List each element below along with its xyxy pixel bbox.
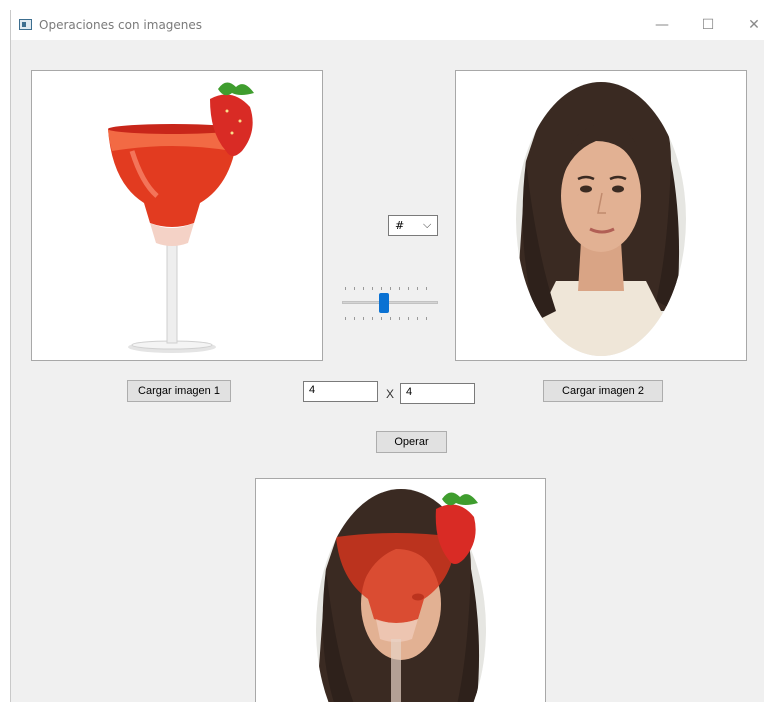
title-bar[interactable]: Operaciones con imagenes — ☐ ✕ (11, 10, 764, 40)
chevron-down-icon: ⌵ (423, 218, 432, 231)
window-title: Operaciones con imagenes (39, 18, 203, 32)
load-image-2-button[interactable]: Cargar imagen 2 (543, 380, 663, 402)
operator-select[interactable]: # ⌵ (388, 215, 438, 236)
result-image-box (255, 478, 546, 702)
slider-thumb[interactable] (378, 293, 389, 313)
load-image-1-button[interactable]: Cargar imagen 1 (127, 380, 231, 402)
width-input[interactable]: 4 (303, 381, 378, 402)
maximize-button[interactable]: ☐ (685, 10, 731, 40)
minimize-button[interactable]: — (639, 10, 685, 40)
close-button[interactable]: ✕ (731, 10, 764, 40)
slider-ticks-top (345, 287, 435, 290)
result-image (256, 479, 545, 702)
size-separator-label: X (386, 387, 395, 401)
height-input[interactable]: 4 (400, 383, 475, 404)
slider-track[interactable] (342, 301, 438, 304)
image-box-2 (455, 70, 747, 361)
operate-button[interactable]: Operar (376, 431, 447, 453)
portrait-image (456, 71, 746, 360)
app-icon (19, 19, 32, 30)
operator-value: # (395, 219, 405, 232)
slider-ticks-bottom (345, 317, 435, 320)
app-window: Operaciones con imagenes — ☐ ✕ # ⌵ Carga… (10, 10, 764, 702)
blend-slider[interactable] (339, 285, 441, 325)
cocktail-image (32, 71, 322, 360)
image-box-1 (31, 70, 323, 361)
